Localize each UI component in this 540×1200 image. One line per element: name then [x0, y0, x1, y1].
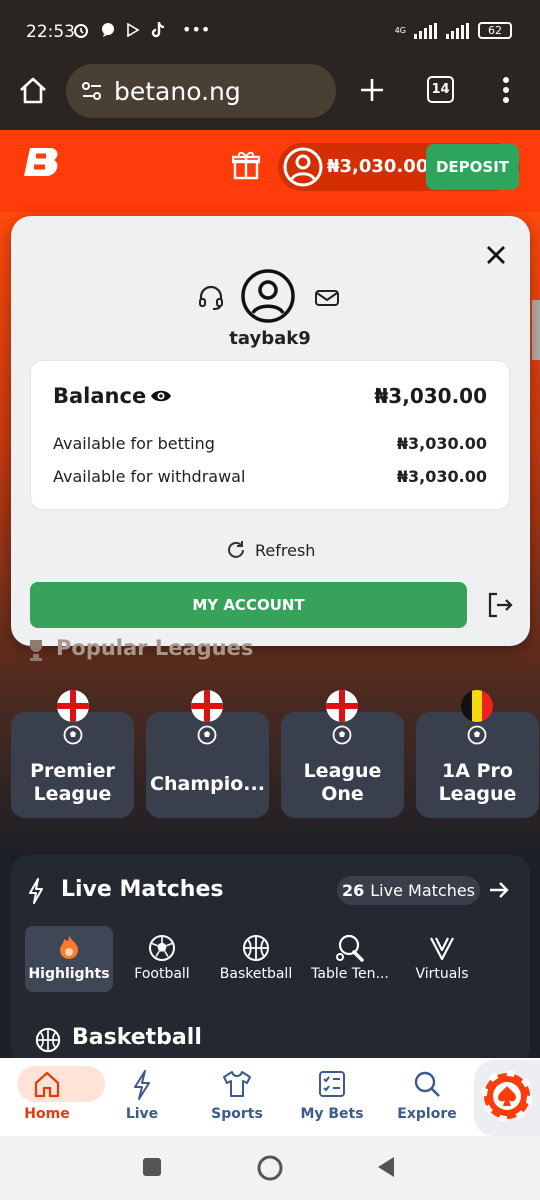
search-icon	[414, 1071, 440, 1097]
nav-my-bets[interactable]: My Bets	[292, 1064, 372, 1130]
status-system-icons: 4G 62	[395, 22, 512, 39]
profile-avatar-icon	[241, 269, 295, 323]
football-icon	[197, 725, 217, 745]
football-icon	[332, 725, 352, 745]
football-icon	[63, 725, 83, 745]
home-icon	[34, 1071, 60, 1098]
football-icon	[467, 725, 487, 745]
category-label: Basketball	[219, 966, 293, 982]
refresh-label: Refresh	[255, 540, 316, 560]
category-virtuals[interactable]: Virtuals	[398, 926, 486, 992]
alarm-icon	[74, 23, 88, 38]
betting-value: ₦3,030.00	[396, 434, 487, 453]
betano-logo[interactable]	[22, 146, 62, 182]
basketball-icon	[243, 935, 269, 961]
basketball-icon	[35, 1027, 61, 1053]
chat-icon	[102, 22, 114, 37]
url-text: betano.ng	[114, 76, 241, 106]
android-home-icon[interactable]	[256, 1154, 284, 1182]
table-tennis-icon	[336, 934, 364, 962]
balance-value: ₦3,030.00	[374, 384, 487, 408]
battery-icon: 62	[478, 22, 512, 39]
category-basketball[interactable]: Basketball	[212, 926, 300, 992]
promo-banner-peek	[532, 300, 540, 360]
url-bar[interactable]: betano.ng	[66, 64, 336, 118]
username: taybak9	[229, 328, 311, 349]
flame-icon	[60, 935, 78, 959]
more-notifications: •••	[182, 20, 211, 39]
arrow-right-icon[interactable]	[489, 881, 509, 899]
nav-home[interactable]: Home	[7, 1064, 87, 1130]
lightning-icon	[29, 878, 43, 904]
category-football[interactable]: Football	[118, 926, 206, 992]
nav-label: My Bets	[300, 1106, 364, 1122]
betslip-icon	[319, 1071, 345, 1097]
support-headset-icon[interactable]	[198, 286, 224, 310]
league-name: Champio...	[150, 773, 265, 795]
nav-label: Live	[125, 1106, 159, 1122]
play-store-icon	[127, 22, 140, 37]
deposit-button[interactable]: DEPOSIT	[426, 144, 519, 190]
nav-label: Sports	[211, 1106, 263, 1122]
nav-label: Home	[24, 1106, 70, 1122]
football-icon	[149, 935, 175, 961]
network-type: 4G	[394, 26, 406, 35]
close-icon[interactable]	[486, 245, 506, 265]
england-flag-icon	[191, 690, 223, 722]
betting-label: Available for betting	[53, 434, 215, 453]
category-label: Table Ten...	[311, 966, 389, 982]
casino-chip-icon[interactable]	[482, 1071, 532, 1121]
withdrawal-label: Available for withdrawal	[53, 467, 246, 486]
lightning-icon	[134, 1070, 150, 1100]
signal-icon	[414, 22, 437, 39]
browser-menu-icon[interactable]	[500, 76, 512, 104]
back-icon[interactable]	[376, 1156, 396, 1178]
category-label: Highlights	[28, 966, 110, 982]
trophy-icon	[30, 640, 42, 661]
live-count-label: Live Matches	[370, 881, 476, 900]
user-avatar-icon[interactable]	[283, 147, 323, 187]
refresh-icon	[228, 541, 244, 558]
virtuals-icon	[430, 937, 454, 961]
signal-icon-2	[446, 22, 469, 39]
gift-icon[interactable]	[232, 150, 260, 180]
tiktok-icon	[151, 21, 165, 37]
live-count: 26	[341, 881, 365, 900]
home-icon[interactable]	[18, 76, 48, 106]
category-highlights[interactable]: Highlights	[25, 926, 113, 992]
nav-explore[interactable]: Explore	[387, 1064, 467, 1130]
live-matches-count-pill[interactable]: 26 Live Matches	[337, 876, 480, 905]
league-name: Premier League	[30, 760, 115, 805]
status-time: 22:53	[26, 22, 75, 42]
messages-icon[interactable]	[315, 290, 339, 306]
withdrawal-value: ₦3,030.00	[396, 467, 487, 486]
live-matches-title: Live Matches	[61, 877, 224, 902]
nav-live[interactable]: Live	[102, 1064, 182, 1130]
refresh-button[interactable]: Refresh	[226, 540, 315, 560]
section-title-basketball: Basketball	[72, 1025, 202, 1050]
category-label: Virtuals	[415, 966, 469, 982]
status-notification-icons: •••	[72, 20, 210, 39]
england-flag-icon	[326, 690, 358, 722]
nav-label: Explore	[397, 1106, 457, 1122]
balance-label: Balance	[53, 384, 147, 408]
jersey-icon	[223, 1071, 251, 1097]
new-tab-icon[interactable]	[358, 76, 386, 104]
header-balance: ₦3,030.00	[327, 156, 429, 177]
recent-apps-icon[interactable]	[143, 1158, 161, 1176]
category-label: Football	[134, 966, 190, 982]
category-table-tennis[interactable]: Table Ten...	[305, 926, 395, 992]
league-name: League One	[303, 760, 382, 805]
tab-switcher-button[interactable]: 14	[427, 76, 454, 103]
popular-leagues-title: Popular Leagues	[56, 636, 254, 660]
eye-icon[interactable]	[150, 388, 172, 404]
england-flag-icon	[57, 690, 89, 722]
my-account-button[interactable]: MY ACCOUNT	[30, 582, 467, 628]
site-settings-icon[interactable]	[80, 79, 104, 103]
nav-sports[interactable]: Sports	[197, 1064, 277, 1130]
logout-icon[interactable]	[487, 592, 513, 618]
league-name: 1A Pro League	[438, 760, 517, 805]
belgium-flag-icon	[461, 690, 493, 722]
